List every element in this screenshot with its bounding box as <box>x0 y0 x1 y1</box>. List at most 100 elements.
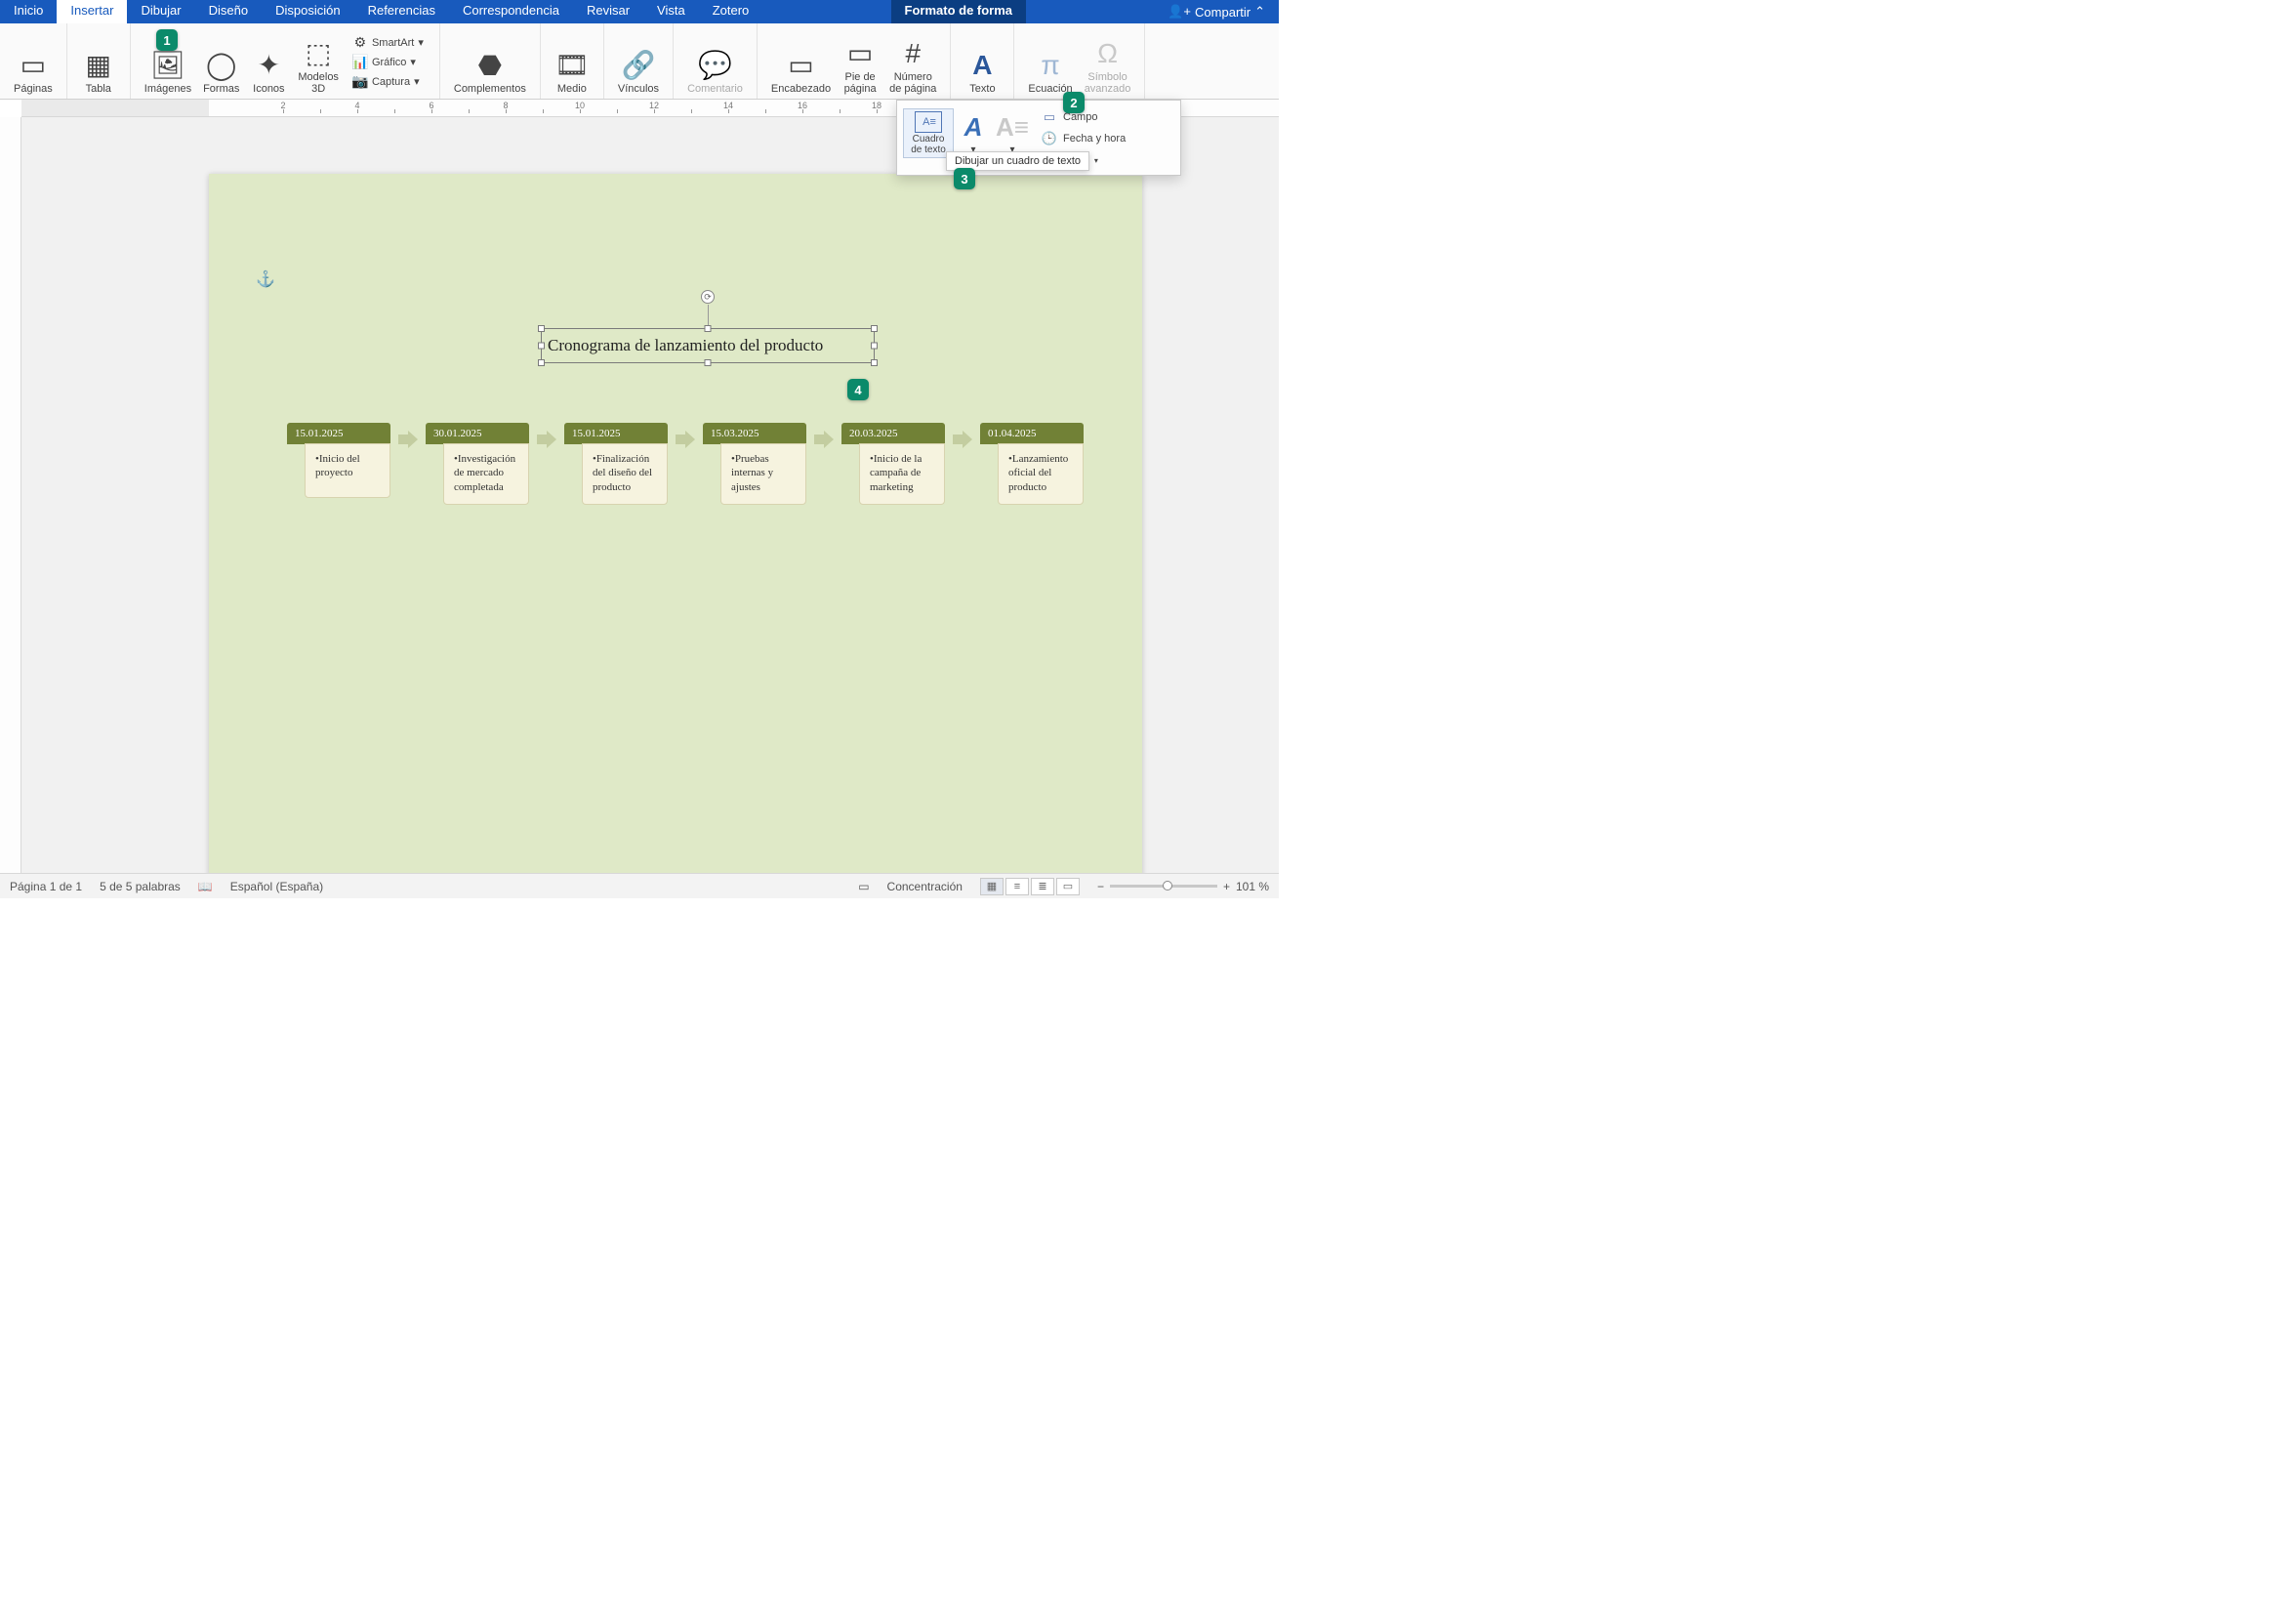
arrow-right-icon <box>398 431 418 448</box>
spellcheck-icon[interactable]: 📖 <box>198 880 213 893</box>
arrow-right-icon <box>537 431 556 448</box>
title-text: Cronograma de lanzamiento del producto <box>548 336 823 355</box>
tab-inicio[interactable]: Inicio <box>0 0 57 23</box>
view-web[interactable]: ≡ <box>1005 878 1029 895</box>
document-canvas[interactable]: ⚓ Cronograma de lanzamiento del producto… <box>21 117 1279 873</box>
tab-dibujar[interactable]: Dibujar <box>127 0 194 23</box>
resize-handle[interactable] <box>871 359 878 366</box>
view-draft[interactable]: ▭ <box>1056 878 1080 895</box>
zoom-control[interactable]: − + 101 % <box>1097 880 1269 893</box>
link-icon: 🔗 <box>623 50 654 81</box>
timeline-item[interactable]: 30.01.2025•Investigación de mercado comp… <box>426 423 529 505</box>
pagenum-button[interactable]: # Número de página <box>883 27 942 97</box>
symbol-button[interactable]: Ω Símbolo avanzado <box>1079 27 1137 97</box>
timeline-text: •Finalización del diseño del producto <box>582 443 668 505</box>
page[interactable]: ⚓ Cronograma de lanzamiento del producto… <box>209 174 1142 873</box>
timeline-item[interactable]: 01.04.2025•Lanzamiento oficial del produ… <box>980 423 1084 505</box>
status-focus[interactable]: Concentración <box>887 880 963 893</box>
timeline-item[interactable]: 15.03.2025•Pruebas internas y ajustes <box>703 423 806 505</box>
field-icon: ▭ <box>1042 109 1057 125</box>
timeline-item[interactable]: 15.01.2025•Inicio del proyecto <box>287 423 390 498</box>
links-button[interactable]: 🔗 Vínculos <box>612 27 665 97</box>
media-icon: 🎞 <box>556 50 588 81</box>
tab-vista[interactable]: Vista <box>643 0 699 23</box>
resize-handle[interactable] <box>538 359 545 366</box>
zoom-out-button[interactable]: − <box>1097 880 1104 893</box>
models3d-button[interactable]: ⬚ Modelos 3D <box>292 27 345 97</box>
menu-tabs: Inicio Insertar Dibujar Diseño Disposici… <box>0 0 1279 23</box>
tab-revisar[interactable]: Revisar <box>573 0 643 23</box>
dropcap-button[interactable]: A≡ ▾ <box>993 108 1032 157</box>
share-icon: 👤+ <box>1168 4 1191 20</box>
view-print[interactable]: ▦ <box>980 878 1004 895</box>
images-icon: 🖼 <box>152 50 184 81</box>
resize-handle[interactable] <box>705 325 712 332</box>
media-button[interactable]: 🎞 Medio <box>549 27 595 97</box>
share-button[interactable]: 👤+ Compartir ⌃ <box>1154 0 1279 23</box>
datetime-button[interactable]: 🕒 Fecha y hora <box>1040 130 1128 147</box>
tab-zotero[interactable]: Zotero <box>699 0 763 23</box>
tab-referencias[interactable]: Referencias <box>354 0 449 23</box>
zoom-value[interactable]: 101 % <box>1236 880 1269 893</box>
status-page[interactable]: Página 1 de 1 <box>10 880 82 893</box>
tab-correspondencia[interactable]: Correspondencia <box>449 0 573 23</box>
footer-button[interactable]: ▭ Pie de página <box>837 27 883 97</box>
pages-icon: ▭ <box>18 50 49 81</box>
tab-diseno[interactable]: Diseño <box>195 0 262 23</box>
text-icon: A <box>966 50 998 81</box>
icons-button[interactable]: ✦ Iconos <box>245 27 292 97</box>
tab-disposicion[interactable]: Disposición <box>262 0 353 23</box>
zoom-slider[interactable] <box>1110 885 1217 888</box>
timeline-text: •Inicio del proyecto <box>305 443 390 498</box>
view-outline[interactable]: ≣ <box>1031 878 1054 895</box>
smartart-button[interactable]: ⚙ SmartArt▾ <box>348 34 428 52</box>
text-flyout: A≡ Cuadro de texto A ▾ A≡ ▾ ▭ Campo 🕒 Fe… <box>896 100 1181 176</box>
vertical-ruler <box>0 117 21 873</box>
resize-handle[interactable] <box>705 359 712 366</box>
focus-icon[interactable]: ▭ <box>858 880 869 893</box>
table-button[interactable]: ▦ Tabla <box>75 27 122 97</box>
timeline-date: 30.01.2025 <box>426 423 529 444</box>
timeline-item[interactable]: 20.03.2025•Inicio de la campaña de marke… <box>841 423 945 505</box>
pages-button[interactable]: ▭ Páginas <box>8 27 59 97</box>
zoom-in-button[interactable]: + <box>1223 880 1230 893</box>
table-icon: ▦ <box>83 50 114 81</box>
omega-icon: Ω <box>1092 38 1124 69</box>
status-bar: Página 1 de 1 5 de 5 palabras 📖 Español … <box>0 873 1279 898</box>
resize-handle[interactable] <box>871 325 878 332</box>
equation-button[interactable]: π Ecuación <box>1022 27 1078 97</box>
status-lang[interactable]: Español (España) <box>230 880 323 893</box>
anchor-icon: ⚓ <box>256 269 275 289</box>
timeline-date: 20.03.2025 <box>841 423 945 444</box>
shapes-icon: ◯ <box>206 50 237 81</box>
timeline-date: 15.03.2025 <box>703 423 806 444</box>
title-textbox[interactable]: Cronograma de lanzamiento del producto ⟳ <box>541 328 875 363</box>
addins-icon: ⬣ <box>474 50 506 81</box>
chart-button[interactable]: 📊 Gráfico▾ <box>348 54 428 71</box>
comment-icon: 💬 <box>699 50 730 81</box>
pagenum-icon: # <box>897 38 928 69</box>
pi-icon: π <box>1035 50 1066 81</box>
status-words[interactable]: 5 de 5 palabras <box>100 880 181 893</box>
textbox-icon: A≡ <box>915 111 942 133</box>
clock-icon: 🕒 <box>1042 131 1057 146</box>
screenshot-button[interactable]: 📷 Captura▾ <box>348 73 428 91</box>
arrow-right-icon <box>953 431 972 448</box>
step-badge-4: 4 <box>847 379 869 400</box>
rotate-handle[interactable]: ⟳ <box>701 290 715 304</box>
timeline-item[interactable]: 15.01.2025•Finalización del diseño del p… <box>564 423 668 505</box>
timeline-smartart[interactable]: 15.01.2025•Inicio del proyecto 30.01.2025… <box>287 423 1084 505</box>
header-button[interactable]: ▭ Encabezado <box>765 27 837 97</box>
resize-handle[interactable] <box>538 343 545 350</box>
step-badge-1: 1 <box>156 29 178 51</box>
tab-insertar[interactable]: Insertar <box>57 0 127 23</box>
addins-button[interactable]: ⬣ Complementos <box>448 27 532 97</box>
resize-handle[interactable] <box>871 343 878 350</box>
text-button[interactable]: A Texto <box>959 27 1005 97</box>
tab-formato-forma[interactable]: Formato de forma <box>891 0 1027 23</box>
wordart-icon: A <box>957 110 990 144</box>
resize-handle[interactable] <box>538 325 545 332</box>
wordart-button[interactable]: A ▾ <box>954 108 993 157</box>
cube-icon: ⬚ <box>303 38 334 69</box>
shapes-button[interactable]: ◯ Formas <box>197 27 245 97</box>
